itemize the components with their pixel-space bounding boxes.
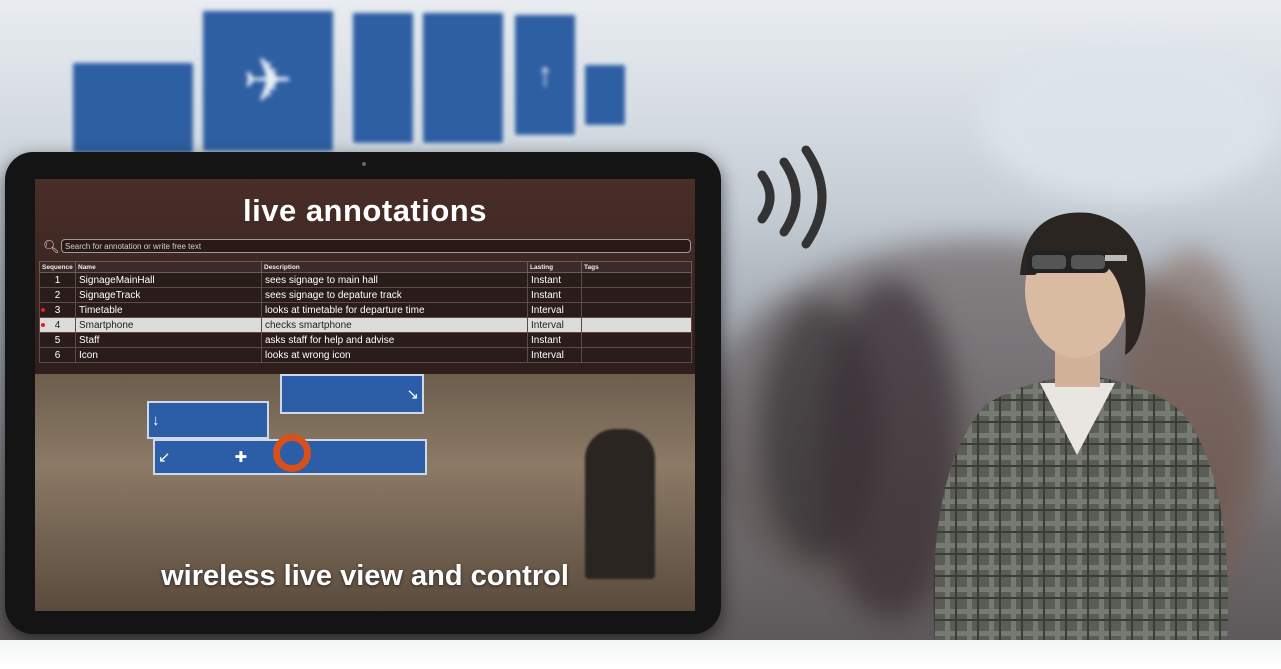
plus-icon: ✚ xyxy=(234,449,248,466)
cell-lasting: Instant xyxy=(527,332,582,348)
scene-signage: ↓ xyxy=(147,401,269,439)
wireless-signal-icon xyxy=(757,145,827,249)
table-row[interactable]: 5 Staff asks staff for help and advise Inst… xyxy=(39,332,692,348)
cell-sequence: 2 xyxy=(39,287,76,303)
focus-ring xyxy=(273,434,311,472)
cell-description: looks at timetable for departure time xyxy=(261,302,528,318)
cell-name: Staff xyxy=(75,332,262,348)
cell-lasting: Interval xyxy=(527,347,582,363)
cell-lasting: Interval xyxy=(527,317,582,333)
floor xyxy=(0,640,1281,669)
cell-description: asks staff for help and advise xyxy=(261,332,528,348)
airport-sign xyxy=(420,10,506,146)
column-header-lasting[interactable]: Lasting xyxy=(527,261,582,273)
airport-sign: ↑ xyxy=(512,12,578,138)
cell-lasting: Instant xyxy=(527,272,582,288)
table-row[interactable]: 1 SignageMainHall sees signage to main hal… xyxy=(39,272,692,288)
table-row[interactable]: 4 Smartphone checks smartphone Interval xyxy=(39,317,692,333)
arrow-up-icon: ↑ xyxy=(536,55,554,94)
cell-sequence: 5 xyxy=(39,332,76,348)
cell-tags xyxy=(581,347,692,363)
arrow-down-right-icon: ↘ xyxy=(406,386,419,403)
cell-sequence: 4 xyxy=(39,317,76,333)
arrow-down-left-icon: ↙ xyxy=(158,449,171,466)
airport-sign xyxy=(582,62,628,128)
airport-sign: ✈ xyxy=(200,8,336,154)
cell-tags xyxy=(581,332,692,348)
cell-description: checks smartphone xyxy=(261,317,528,333)
cell-description: sees signage to depature track xyxy=(261,287,528,303)
column-header-tags[interactable]: Tags xyxy=(581,261,692,273)
airplane-icon: ✈ xyxy=(242,47,294,114)
cell-name: SignageTrack xyxy=(75,287,262,303)
cell-name: Smartphone xyxy=(75,317,262,333)
table-row[interactable]: 6 Icon looks at wrong icon Interval xyxy=(39,347,692,363)
cell-tags xyxy=(581,302,692,318)
tablet: ↓ ↘ ↙ ✚ live annotations 🔍︎ Sequence xyxy=(5,152,721,634)
cell-lasting: Instant xyxy=(527,287,582,303)
cell-tags xyxy=(581,317,692,333)
camera-dot xyxy=(362,162,366,166)
marker-dot-icon xyxy=(41,323,45,327)
table-row[interactable]: 3 Timetable looks at timetable for departu… xyxy=(39,302,692,318)
airport-sign xyxy=(350,10,416,146)
cell-tags xyxy=(581,272,692,288)
cell-sequence: 1 xyxy=(39,272,76,288)
table-header: Sequence Name Description Lasting Tags xyxy=(39,261,692,273)
cell-description: looks at wrong icon xyxy=(261,347,528,363)
annotation-table: Sequence Name Description Lasting Tags 1… xyxy=(39,261,692,363)
magnifier-icon[interactable]: 🔍︎ xyxy=(43,239,61,255)
scene-signage: ↘ xyxy=(280,374,424,414)
search-bar: 🔍︎ xyxy=(43,239,693,255)
cell-tags xyxy=(581,287,692,303)
cell-lasting: Interval xyxy=(527,302,582,318)
cell-name: Icon xyxy=(75,347,262,363)
cell-sequence: 6 xyxy=(39,347,76,363)
page-title: live annotations xyxy=(243,193,487,228)
column-header-description[interactable]: Description xyxy=(261,261,528,273)
cell-name: Timetable xyxy=(75,302,262,318)
column-header-name[interactable]: Name xyxy=(75,261,262,273)
airport-sign xyxy=(70,60,196,156)
caption: wireless live view and control xyxy=(161,560,569,592)
cell-description: sees signage to main hall xyxy=(261,272,528,288)
cell-name: SignageMainHall xyxy=(75,272,262,288)
person-with-eye-tracking-glasses xyxy=(933,212,1229,645)
marker-dot-icon xyxy=(41,308,45,312)
person-silhouette xyxy=(585,429,655,579)
search-input[interactable] xyxy=(61,239,691,253)
arrow-down-icon: ↓ xyxy=(152,411,160,429)
table-row[interactable]: 2 SignageTrack sees signage to depature tr… xyxy=(39,287,692,303)
tablet-screen: ↓ ↘ ↙ ✚ live annotations 🔍︎ Sequence xyxy=(35,179,695,611)
column-header-sequence[interactable]: Sequence xyxy=(39,261,76,273)
cell-sequence: 3 xyxy=(39,302,76,318)
